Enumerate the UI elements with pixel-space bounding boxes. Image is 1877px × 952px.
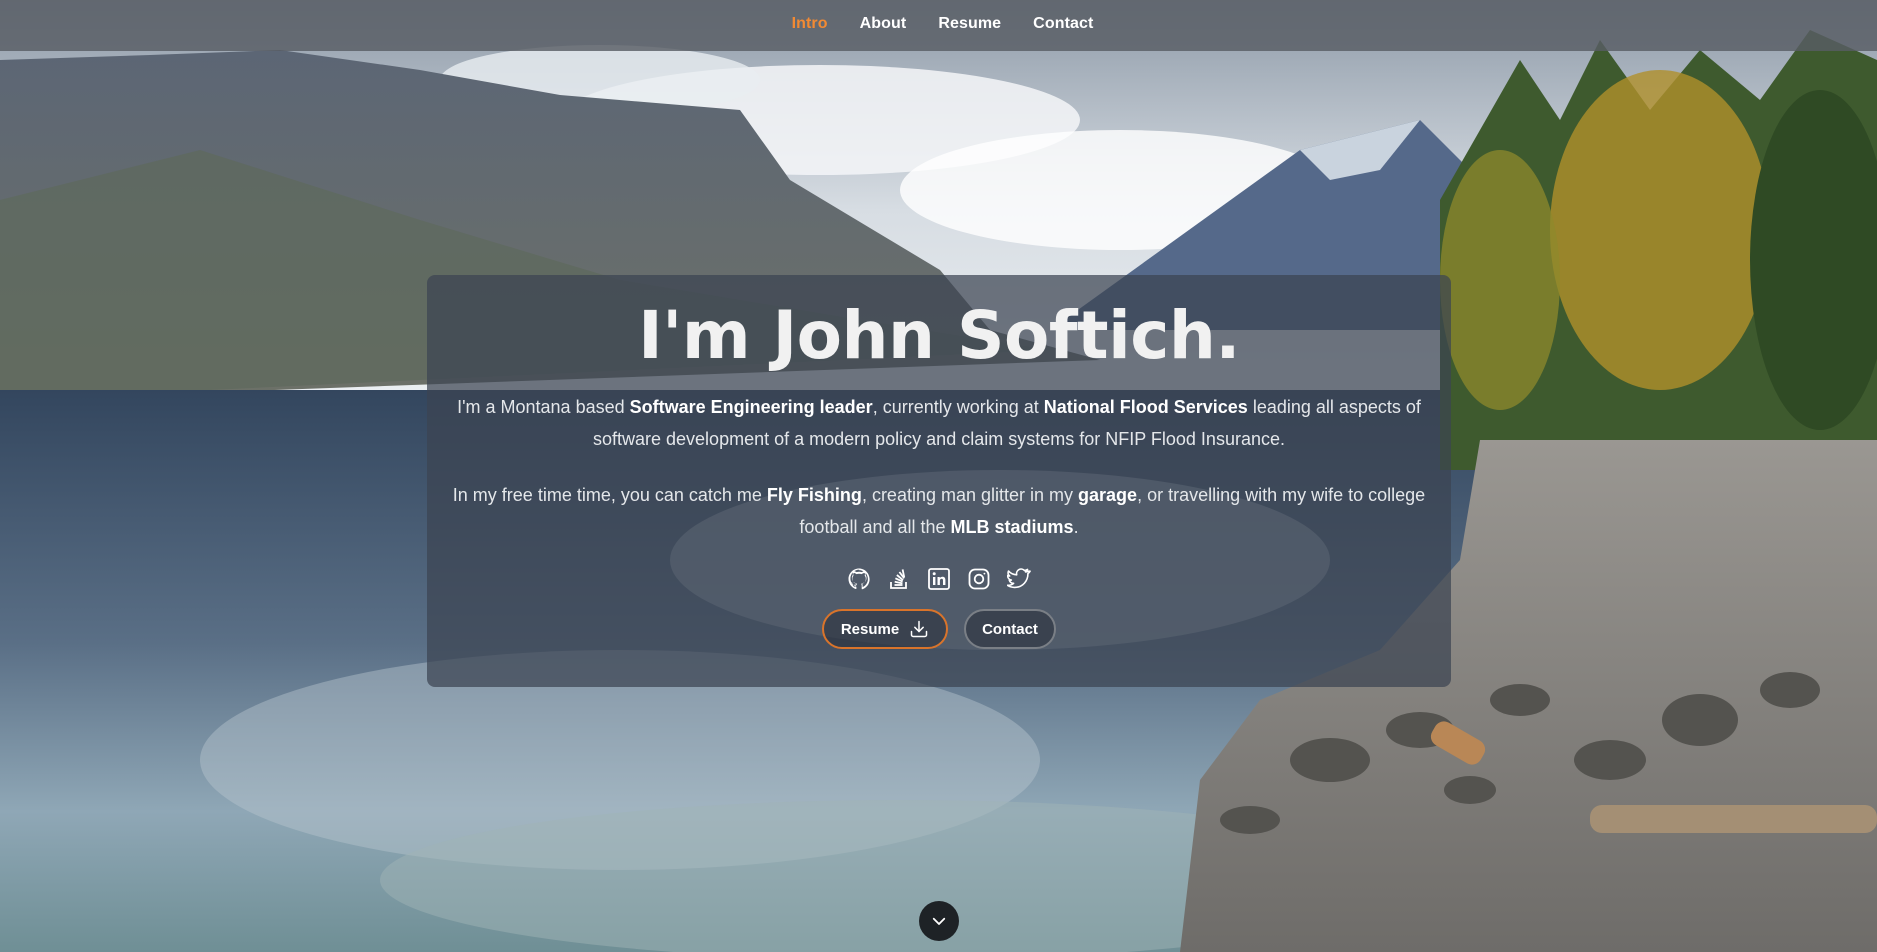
hobbies-text: , creating man glitter in my [861, 485, 1079, 505]
contact-button-label: Contact [982, 620, 1038, 638]
hero-buttons: Resume Contact [427, 609, 1451, 649]
instagram-icon[interactable] [967, 567, 991, 591]
nav-item-contact[interactable]: Contact [1033, 15, 1093, 33]
resume-download-button[interactable]: Resume [822, 609, 948, 649]
social-links [427, 567, 1451, 591]
intro-paragraph: I'm a Montana based Software Engineering… [444, 391, 1434, 455]
hobbies-text: . [1073, 517, 1079, 537]
download-icon [910, 620, 928, 638]
intro-text: I'm a Montana based [457, 397, 630, 417]
linkedin-icon[interactable] [927, 567, 951, 591]
top-nav: Intro About Resume Contact [0, 0, 1877, 51]
intro-text: , currently working at [872, 397, 1044, 417]
hobbies-paragraph: In my free time time, you can catch me F… [444, 479, 1434, 543]
nav-item-about[interactable]: About [860, 15, 907, 33]
twitter-icon[interactable] [1007, 567, 1031, 591]
chevron-down-icon [932, 917, 946, 925]
nav-links: Intro About Resume Contact [792, 15, 1094, 33]
intro-highlight-company: National Flood Services [1043, 397, 1248, 417]
intro-highlight-role: Software Engineering leader [629, 397, 873, 417]
hobbies-highlight-garage: garage [1078, 485, 1138, 505]
nav-item-intro[interactable]: Intro [792, 15, 828, 33]
github-icon[interactable] [847, 567, 871, 591]
hero-card: I'm John Softich. I'm a Montana based So… [427, 275, 1451, 687]
stack-overflow-icon[interactable] [887, 567, 911, 591]
hobbies-text: In my free time time, you can catch me [452, 485, 767, 505]
resume-button-label: Resume [840, 620, 900, 638]
nav-item-resume[interactable]: Resume [938, 15, 1001, 33]
hobbies-highlight-fishing: Fly Fishing [766, 485, 862, 505]
hobbies-highlight-mlb: MLB stadiums [950, 517, 1074, 537]
scroll-down-button[interactable] [919, 901, 959, 941]
hero-title: I'm John Softich. [638, 297, 1240, 374]
contact-button[interactable]: Contact [964, 609, 1056, 649]
